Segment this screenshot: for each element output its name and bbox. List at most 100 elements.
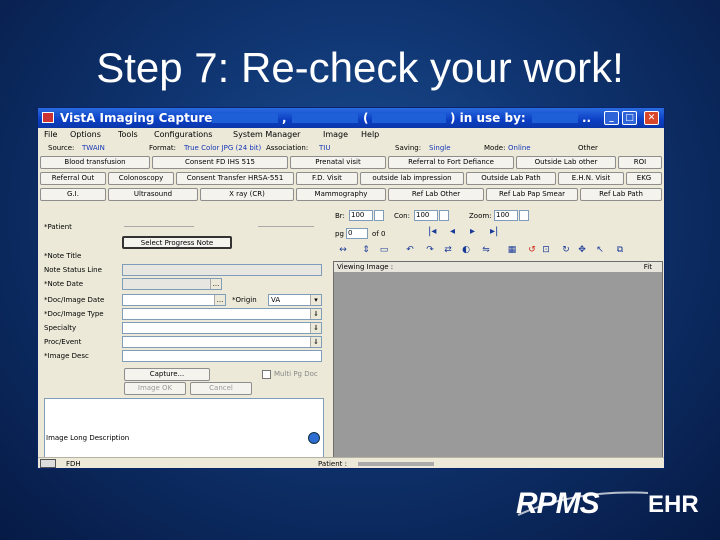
contrast-spinner[interactable] bbox=[439, 210, 449, 221]
format-value[interactable]: True Color JPG (24 bit) bbox=[184, 144, 261, 152]
redacted-name bbox=[292, 113, 358, 123]
patient-label: *Patient bbox=[44, 223, 72, 231]
btn-blood-transfusion[interactable]: Blood transfusion bbox=[40, 156, 150, 169]
specialty-select[interactable]: ⇓ bbox=[122, 322, 322, 334]
menu-options[interactable]: Options bbox=[70, 130, 101, 139]
doc-type-label: *Doc/Image Type bbox=[44, 310, 104, 318]
first-page-icon[interactable]: |◂ bbox=[428, 226, 436, 237]
logo-ehr: EHR bbox=[648, 491, 699, 518]
reset-icon[interactable]: ↺ bbox=[526, 244, 538, 256]
redacted-name bbox=[212, 113, 278, 123]
chevron-down-icon[interactable]: ▾ bbox=[310, 295, 321, 305]
association-value[interactable]: TIU bbox=[319, 144, 330, 152]
btn-consent-transfer-hrsa-551[interactable]: Consent Transfer HRSA-551 bbox=[176, 172, 294, 185]
close-button[interactable]: ✕ bbox=[644, 111, 659, 125]
brightness-value[interactable]: 100 bbox=[349, 210, 373, 221]
origin-value: VA bbox=[271, 296, 281, 304]
menu-tools[interactable]: Tools bbox=[118, 130, 138, 139]
fit-label[interactable]: Fit bbox=[644, 263, 652, 271]
maximize-button[interactable]: □ bbox=[622, 111, 637, 125]
fit-height-icon[interactable]: ⇕ bbox=[360, 244, 372, 256]
btn-outside-lab-impression[interactable]: outside lab impression bbox=[360, 172, 464, 185]
status-patient-redacted bbox=[358, 462, 434, 466]
previous-page-icon[interactable]: ◂ bbox=[450, 226, 455, 237]
next-page-icon[interactable]: ▸ bbox=[470, 226, 475, 237]
brightness-spinner[interactable] bbox=[374, 210, 384, 221]
btn-xray-cr[interactable]: X ray (CR) bbox=[200, 188, 294, 201]
doc-date-picker-button[interactable]: ... bbox=[214, 295, 225, 305]
btn-consent-fd-ihs-515[interactable]: Consent FD IHS 515 bbox=[152, 156, 288, 169]
menu-system-manager[interactable]: System Manager bbox=[233, 130, 300, 139]
last-page-icon[interactable]: ▸| bbox=[490, 226, 498, 237]
menu-file[interactable]: File bbox=[44, 130, 57, 139]
chevron-down-icon[interactable]: ⇓ bbox=[310, 309, 321, 319]
btn-outside-lab-path[interactable]: Outside Lab Path bbox=[466, 172, 556, 185]
rotate-right-icon[interactable]: ↷ bbox=[424, 244, 436, 256]
btn-outside-lab-other[interactable]: Outside Lab other bbox=[516, 156, 616, 169]
contrast-value[interactable]: 100 bbox=[414, 210, 438, 221]
note-date-picker-button[interactable]: ... bbox=[210, 279, 221, 289]
btn-mammography[interactable]: Mammography bbox=[296, 188, 386, 201]
capture-button[interactable]: Capture... bbox=[124, 368, 210, 381]
image-ok-button[interactable]: Image OK bbox=[124, 382, 186, 395]
btn-referral-fort-defiance[interactable]: Referral to Fort Defiance bbox=[388, 156, 514, 169]
viewing-image-label: Viewing Image : bbox=[337, 263, 394, 271]
image-desc-field[interactable] bbox=[122, 350, 322, 362]
btn-ref-lab-pap-smear[interactable]: Ref Lab Pap Smear bbox=[486, 188, 578, 201]
scan-icon[interactable]: ⧉ bbox=[614, 244, 626, 256]
capture-settings-row: Source: TWAIN Format: True Color JPG (24… bbox=[38, 142, 664, 154]
globe-icon[interactable] bbox=[308, 432, 320, 444]
capture-form-panel: *Patient Select Progress Note *Note Titl… bbox=[40, 206, 327, 468]
zoom-spinner[interactable] bbox=[519, 210, 529, 221]
chevron-down-icon[interactable]: ⇓ bbox=[310, 323, 321, 333]
crop-icon[interactable]: ⊡ bbox=[540, 244, 552, 256]
doc-type-select[interactable]: ⇓ bbox=[122, 308, 322, 320]
page-value[interactable]: 0 bbox=[346, 228, 368, 239]
origin-select[interactable]: VA ▾ bbox=[268, 294, 322, 306]
btn-roi[interactable]: ROI bbox=[618, 156, 662, 169]
menu-help[interactable]: Help bbox=[361, 130, 379, 139]
cancel-button[interactable]: Cancel bbox=[190, 382, 252, 395]
btn-prenatal-visit[interactable]: Prenatal visit bbox=[290, 156, 386, 169]
btn-referral-out[interactable]: Referral Out bbox=[40, 172, 106, 185]
minimize-button[interactable]: _ bbox=[604, 111, 619, 125]
fit-width-icon[interactable]: ↔ bbox=[337, 244, 349, 256]
menu-image[interactable]: Image bbox=[323, 130, 348, 139]
note-date-field[interactable]: ... bbox=[122, 278, 222, 290]
proc-event-select[interactable]: ⇓ bbox=[122, 336, 322, 348]
btn-ref-lab-other[interactable]: Ref Lab Other bbox=[388, 188, 484, 201]
mirror-icon[interactable]: ⇋ bbox=[480, 244, 492, 256]
pointer-icon[interactable]: ↖ bbox=[594, 244, 606, 256]
multi-page-checkbox[interactable] bbox=[262, 370, 271, 379]
logo-rpms: RPMS bbox=[516, 487, 600, 520]
rotate-left-icon[interactable]: ↶ bbox=[404, 244, 416, 256]
menu-configurations[interactable]: Configurations bbox=[154, 130, 212, 139]
note-date-label: *Note Date bbox=[44, 280, 84, 288]
actual-size-icon[interactable]: ▭ bbox=[378, 244, 390, 256]
mode-value[interactable]: Online bbox=[508, 144, 531, 152]
vista-imaging-capture-window: VistA Imaging Capture : , ( ) in use by:… bbox=[37, 107, 665, 469]
btn-ref-lab-path[interactable]: Ref Lab Path bbox=[580, 188, 662, 201]
select-progress-note-button[interactable]: Select Progress Note bbox=[122, 236, 232, 249]
invert-icon[interactable]: ◐ bbox=[460, 244, 472, 256]
association-label: Association: bbox=[266, 144, 309, 152]
doc-date-field[interactable]: ... bbox=[122, 294, 226, 306]
window-title-bar[interactable]: VistA Imaging Capture : , ( ) in use by:… bbox=[38, 108, 664, 128]
btn-fd-visit[interactable]: F.D. Visit bbox=[296, 172, 358, 185]
saving-label: Saving: bbox=[395, 144, 422, 152]
btn-ekg[interactable]: EKG bbox=[626, 172, 662, 185]
btn-ultrasound[interactable]: Ultrasound bbox=[108, 188, 198, 201]
zoom-value[interactable]: 100 bbox=[494, 210, 518, 221]
source-value[interactable]: TWAIN bbox=[82, 144, 105, 152]
other-label[interactable]: Other bbox=[578, 144, 598, 152]
image-viewer[interactable]: Viewing Image : Fit bbox=[333, 261, 663, 459]
btn-colonoscopy[interactable]: Colonoscopy bbox=[108, 172, 174, 185]
properties-icon[interactable]: ▦ bbox=[506, 244, 518, 256]
pan-icon[interactable]: ✥ bbox=[576, 244, 588, 256]
chevron-down-icon[interactable]: ⇓ bbox=[310, 337, 321, 347]
flip-icon[interactable]: ⇄ bbox=[442, 244, 454, 256]
saving-value[interactable]: Single bbox=[429, 144, 451, 152]
btn-gi[interactable]: G.I. bbox=[40, 188, 106, 201]
refresh-icon[interactable]: ↻ bbox=[560, 244, 572, 256]
btn-ehn-visit[interactable]: E.H.N. Visit bbox=[558, 172, 624, 185]
